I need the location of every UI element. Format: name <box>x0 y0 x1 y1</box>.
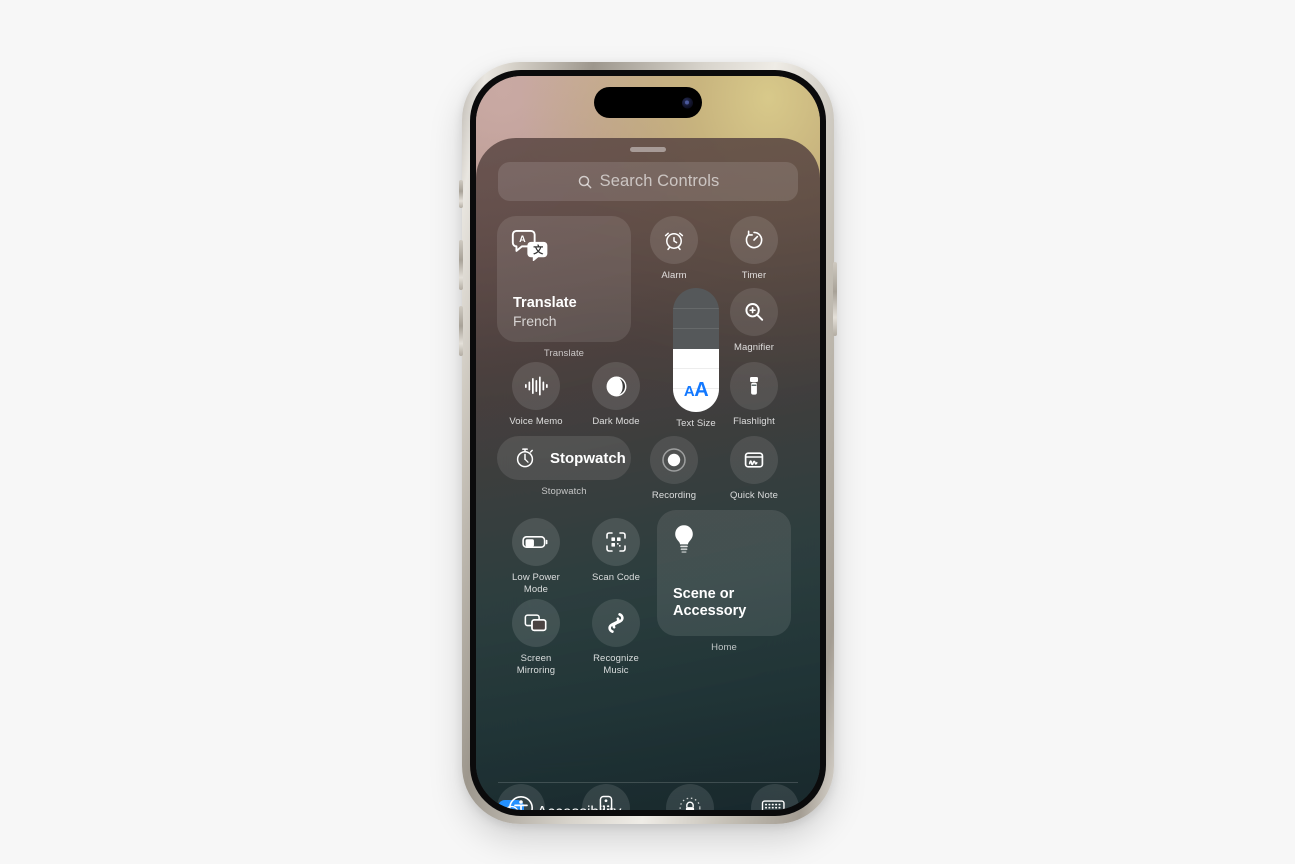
device-screen: Search Controls A 文 Translate French Tra… <box>476 76 820 810</box>
magnifier-plus-icon <box>730 288 778 336</box>
tile-timer[interactable]: Timer <box>715 216 793 282</box>
search-placeholder: Search Controls <box>599 172 720 190</box>
controls-grid: A 文 Translate French Translate Alarm Tim… <box>497 216 799 714</box>
device-bezel: Search Controls A 文 Translate French Tra… <box>470 70 826 816</box>
accessibility-controls-row <box>497 784 799 810</box>
drag-handle[interactable] <box>630 147 666 152</box>
battery-icon <box>512 518 560 566</box>
tile-voice-memo[interactable]: Voice Memo <box>497 362 575 428</box>
search-input[interactable]: Search Controls <box>498 162 798 201</box>
text-size-slider[interactable]: AA <box>673 288 719 412</box>
record-dot-icon <box>650 436 698 484</box>
quick-note-icon <box>730 436 778 484</box>
control-center-panel: Search Controls A 文 Translate French Tra… <box>476 138 820 810</box>
tile-recording[interactable]: Recording <box>635 436 713 502</box>
keyboard-icon[interactable] <box>750 784 799 810</box>
timer-icon <box>730 216 778 264</box>
lock-dotted-icon[interactable] <box>666 784 715 810</box>
accessibility-person-icon[interactable] <box>497 784 545 810</box>
timer-caption: Timer <box>741 270 767 281</box>
stopwatch-caption: Stopwatch <box>541 486 587 497</box>
text-size-caption: Text Size <box>676 418 716 429</box>
tile-scene-or-accessory[interactable]: Scene or Accessory Home <box>657 510 791 654</box>
qr-scan-icon <box>592 518 640 566</box>
stopwatch-label: Stopwatch <box>550 449 626 467</box>
alarm-clock-icon <box>650 216 698 264</box>
svg-text:A: A <box>519 234 526 244</box>
screenshot-canvas: Search Controls A 文 Translate French Tra… <box>0 0 1295 864</box>
stopwatch-icon <box>513 446 537 470</box>
tile-quick-note[interactable]: Quick Note <box>715 436 793 502</box>
dynamic-island <box>594 87 702 118</box>
aa-icon: AA <box>683 379 709 401</box>
screen-mirroring-caption: Screen Mirroring <box>516 653 556 676</box>
tile-scan-code[interactable]: Scan Code <box>577 518 655 584</box>
iphone-device-frame: Search Controls A 文 Translate French Tra… <box>459 62 837 824</box>
tile-screen-mirroring[interactable]: Screen Mirroring <box>497 599 575 676</box>
scene-or-accessory-caption: Home <box>711 642 737 653</box>
scan-code-caption: Scan Code <box>592 572 640 583</box>
lightbulb-icon <box>671 523 697 557</box>
flashlight-caption: Flashlight <box>733 416 775 427</box>
recording-caption: Recording <box>651 490 697 501</box>
section-divider <box>498 782 798 783</box>
flashlight-icon <box>730 362 778 410</box>
magnifier-caption: Magnifier <box>734 342 774 353</box>
action-button[interactable] <box>459 180 463 208</box>
volume-up-button[interactable] <box>459 240 463 290</box>
screen-mirroring-icon <box>512 599 560 647</box>
svg-text:文: 文 <box>533 244 544 257</box>
tile-low-power-mode[interactable]: Low Power Mode <box>497 518 575 595</box>
translate-caption: Translate <box>543 348 585 359</box>
tile-flashlight[interactable]: Flashlight <box>715 362 793 428</box>
tile-magnifier[interactable]: Magnifier <box>715 288 793 354</box>
volume-down-button[interactable] <box>459 306 463 356</box>
search-icon <box>577 174 593 190</box>
tile-recognize-music[interactable]: Recognize Music <box>577 599 655 676</box>
voice-memo-caption: Voice Memo <box>509 416 563 427</box>
recognize-music-caption: Recognize Music <box>593 653 639 676</box>
alarm-caption: Alarm <box>661 270 687 281</box>
tile-translate[interactable]: A 文 Translate French Translate <box>497 216 631 360</box>
power-button[interactable] <box>833 262 837 336</box>
waveform-icon <box>512 362 560 410</box>
shazam-icon <box>592 599 640 647</box>
front-camera <box>682 97 693 108</box>
quick-note-caption: Quick Note <box>730 490 778 501</box>
dark-mode-circle-icon <box>592 362 640 410</box>
dark-mode-caption: Dark Mode <box>592 416 640 427</box>
tile-dark-mode[interactable]: Dark Mode <box>577 362 655 428</box>
tv-remote-icon[interactable] <box>581 784 630 810</box>
tile-stopwatch[interactable]: Stopwatch Stopwatch <box>497 436 631 498</box>
low-power-mode-caption: Low Power Mode <box>512 572 560 595</box>
translate-bubbles-icon: A 文 <box>511 229 551 261</box>
tile-alarm[interactable]: Alarm <box>635 216 713 282</box>
translate-title: Translate <box>513 295 577 311</box>
translate-subtitle: French <box>513 313 557 329</box>
scene-or-accessory-title: Scene or Accessory <box>673 586 747 619</box>
